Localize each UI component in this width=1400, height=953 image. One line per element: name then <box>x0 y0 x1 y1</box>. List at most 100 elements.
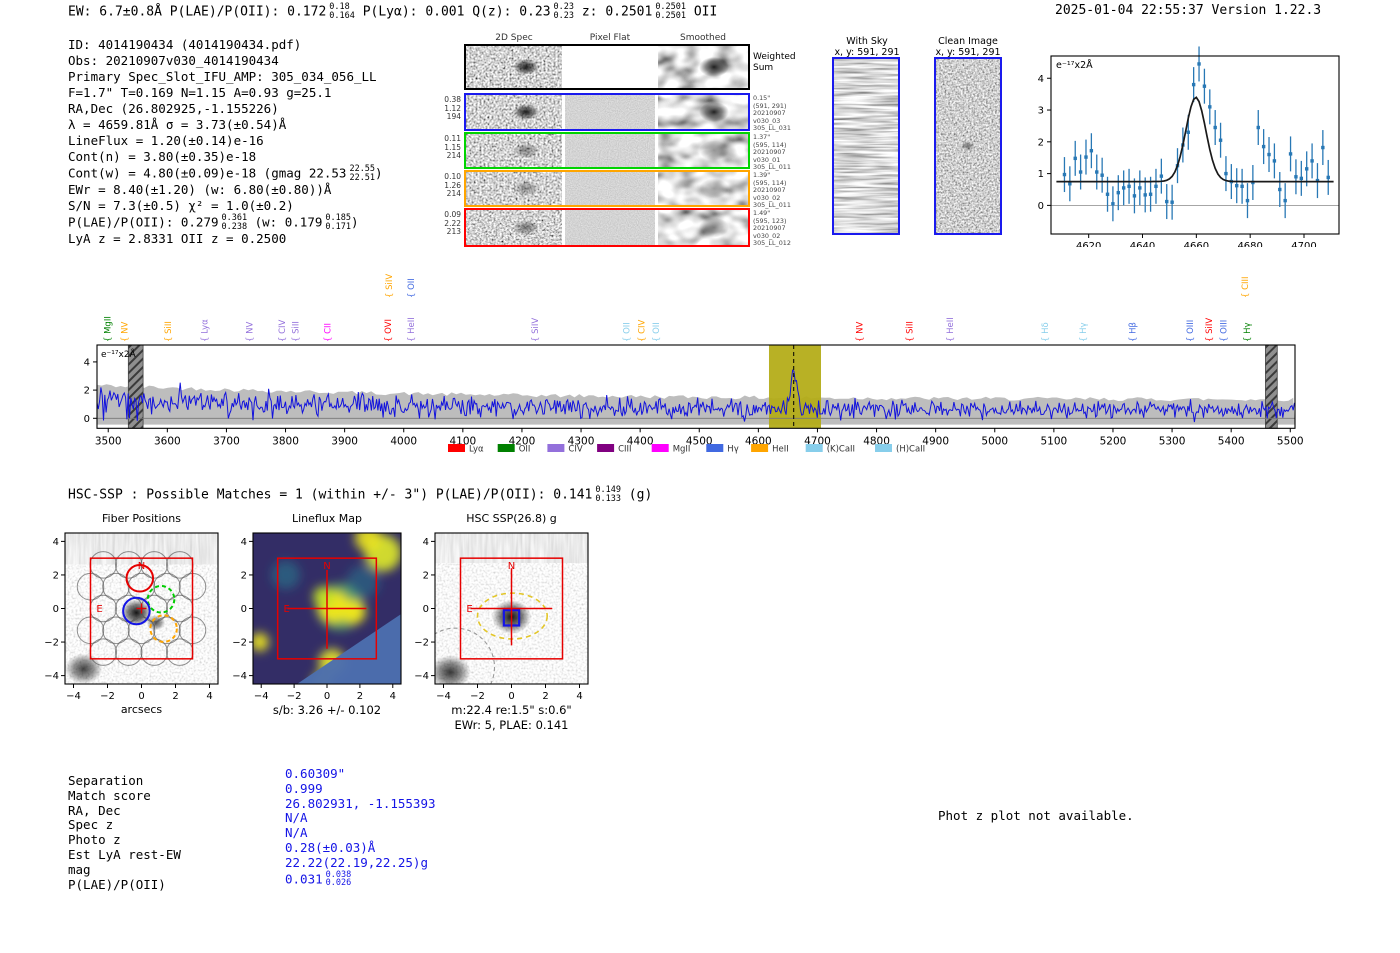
svg-text:−4: −4 <box>254 691 269 702</box>
compass-north: N <box>323 561 330 572</box>
hsc-xlabel: m:22.4 re:1.5" s:0.6" <box>451 703 571 717</box>
svg-text:4: 4 <box>1038 74 1044 85</box>
legend-label-(H)CaII: (H)CaII <box>896 445 925 455</box>
legend-label-CIV: CIV <box>568 445 582 455</box>
svg-text:4620: 4620 <box>1076 241 1101 247</box>
detected-line-band <box>768 345 822 429</box>
line-label-CII: { CII <box>324 323 334 342</box>
timestamp-version: 2025-01-04 22:55:37 Version 1.22.3 <box>1055 3 1322 18</box>
line-label-Hδ: { Hδ <box>1041 322 1051 342</box>
spec2d-row-3-left-labels: 0.10 1.26 214 <box>444 172 461 199</box>
legend-label-OII: OII <box>519 445 531 455</box>
line-label-CIII: { CIII <box>1241 276 1251 298</box>
svg-text:−2: −2 <box>470 691 485 702</box>
legend-swatch-(K)CaII <box>805 444 823 452</box>
line-label-SiIV: { SiIV <box>385 274 395 298</box>
hsc-xlabel2: EWr: 5, PLAE: 0.141 <box>455 718 569 732</box>
spec2d-row-1-left-labels: 0.38 1.12 194 <box>444 95 461 122</box>
compass-east: E <box>96 604 102 615</box>
legend-swatch-OII <box>497 444 515 452</box>
svg-text:0: 0 <box>324 691 330 702</box>
withsky-title: With Sky <box>846 36 888 47</box>
photz-note: Phot z plot not available. <box>938 808 1134 823</box>
spec2d-row-4-left-labels: 0.09 2.22 213 <box>444 210 461 237</box>
line-label-Hβ: { Hβ <box>1129 322 1139 342</box>
lineflux-xlabel: s/b: 3.26 +/- 0.102 <box>273 703 381 717</box>
svg-text:4: 4 <box>84 357 90 368</box>
line-label-CIV: { CIV <box>278 319 288 342</box>
info-line-12: LyA z = 2.8331 OII z = 0.2500 <box>68 231 287 246</box>
spec2d-row-1-annotation: 0.15" (591, 291) 20210907 v030_03 305_LL_031 <box>753 94 791 133</box>
match-label: Est LyA rest-EW <box>68 846 181 862</box>
svg-text:2: 2 <box>357 691 363 702</box>
legend-label-(K)CaII: (K)CaII <box>827 445 855 455</box>
match-value: 26.802931, -1.155393 <box>285 795 436 811</box>
svg-text:−4: −4 <box>66 691 81 702</box>
svg-text:5100: 5100 <box>1040 435 1067 447</box>
line-label-SiII: { SiII <box>292 321 302 342</box>
svg-text:5500: 5500 <box>1277 435 1304 447</box>
info-line-3: F=1.7" T=0.169 N=1.15 A=0.93 g=25.1 <box>68 85 332 100</box>
legend-swatch-CIII <box>597 444 615 452</box>
fiber-xlabel: arcsecs <box>121 703 163 716</box>
hsc-cutout-plot: −4 −4 −2 −2 0 0 2 2 4 4 HSC SSP(26.8) g N Em:22.4 re… <box>414 512 589 732</box>
info-line-11: P(LAE)/P(OII): 0.279 0.361 0.238 (w: 0.179… <box>68 213 359 232</box>
svg-text:2: 2 <box>172 691 178 702</box>
cutout-title: HSC SSP(26.8) g <box>466 512 557 525</box>
svg-text:2: 2 <box>423 570 429 581</box>
svg-text:3900: 3900 <box>331 435 358 447</box>
legend-swatch-HeII <box>751 444 769 452</box>
match-value: 22.22(22.19,22.25)g <box>285 854 428 870</box>
svg-text:−4: −4 <box>232 671 247 682</box>
svg-text:3: 3 <box>1038 106 1044 117</box>
match-label: mag <box>68 861 91 877</box>
spec2d-row-2-annotation: 1.37" (595, 114) 20210907 v030_01 305_LL_011 <box>753 133 791 172</box>
match-value: N/A <box>285 810 308 826</box>
spec2d-row-2 <box>464 132 750 169</box>
hsc-ssp-header: HSC-SSP : Possible Matches = 1 (within +… <box>68 485 653 504</box>
spec2d-row-3 <box>464 170 750 207</box>
svg-text:0: 0 <box>423 604 429 615</box>
match-label: Spec z <box>68 817 114 833</box>
match-label: Match score <box>68 787 151 803</box>
cutout-title: Lineflux Map <box>292 512 362 525</box>
legend-swatch-Hγ <box>706 444 724 452</box>
info-line-8: Cont(w) = 4.80(±0.09)e-18 (gmag 22.53 22.… <box>68 164 383 183</box>
svg-text:3500: 3500 <box>95 435 122 447</box>
match-value: 0.60309" <box>285 766 346 781</box>
svg-text:4700: 4700 <box>1291 241 1316 247</box>
line-label-NV: { NV <box>246 322 256 342</box>
legend-swatch-MgII <box>651 444 669 452</box>
fit-plot-content: 4620 4640 4660 4680 4700 0 1 2 3 4 e⁻¹⁷x2Å <box>1038 46 1340 247</box>
elixer-report-page: EW: 6.7±0.8Å P(LAE)/P(OII): 0.172 0.18 0.1… <box>0 0 1400 953</box>
spec2d-row-4 <box>464 208 750 247</box>
legend-label-CIII: CIII <box>618 445 631 455</box>
line-label-NV: { NV <box>856 322 866 342</box>
detection-info-block: ID: 4014190434 (4014190434.pdf) Obs: 2021… <box>68 37 383 247</box>
info-line-9: EWr = 8.40(±1.20) (w: 6.80(±0.80))Å <box>68 182 332 197</box>
svg-text:4: 4 <box>576 691 582 702</box>
line-label-OIII: { OIII <box>1186 320 1196 342</box>
col-title-2dspec: 2D Spec <box>495 33 533 43</box>
line-label-HeII: { HeII <box>946 317 956 342</box>
svg-text:0: 0 <box>508 691 514 702</box>
match-label: Separation <box>68 773 144 788</box>
svg-text:−4: −4 <box>44 671 59 682</box>
legend-swatch-(H)CaII <box>875 444 892 452</box>
svg-text:0: 0 <box>84 414 90 425</box>
cleanimage-image <box>934 57 1002 235</box>
svg-text:2: 2 <box>84 386 90 397</box>
svg-text:3600: 3600 <box>154 435 181 447</box>
svg-text:5200: 5200 <box>1100 435 1127 447</box>
line-label-NV: { NV <box>120 322 130 342</box>
svg-text:5300: 5300 <box>1159 435 1186 447</box>
info-line-10: S/N = 7.3(±0.5) χ² = 1.0(±0.2) <box>68 198 294 213</box>
compass-north: N <box>138 561 145 572</box>
line-label-SiII: { SiII <box>164 321 174 342</box>
compass-east: E <box>466 604 472 615</box>
match-value: 0.28(±0.03)Å <box>285 839 376 855</box>
svg-text:4: 4 <box>390 691 396 702</box>
spec2d-row-0 <box>464 44 750 90</box>
col-title-pixelflat: Pixel Flat <box>589 33 631 43</box>
match-table-labels: Separation Match score RA, Dec Spec z Photo … <box>68 773 181 892</box>
